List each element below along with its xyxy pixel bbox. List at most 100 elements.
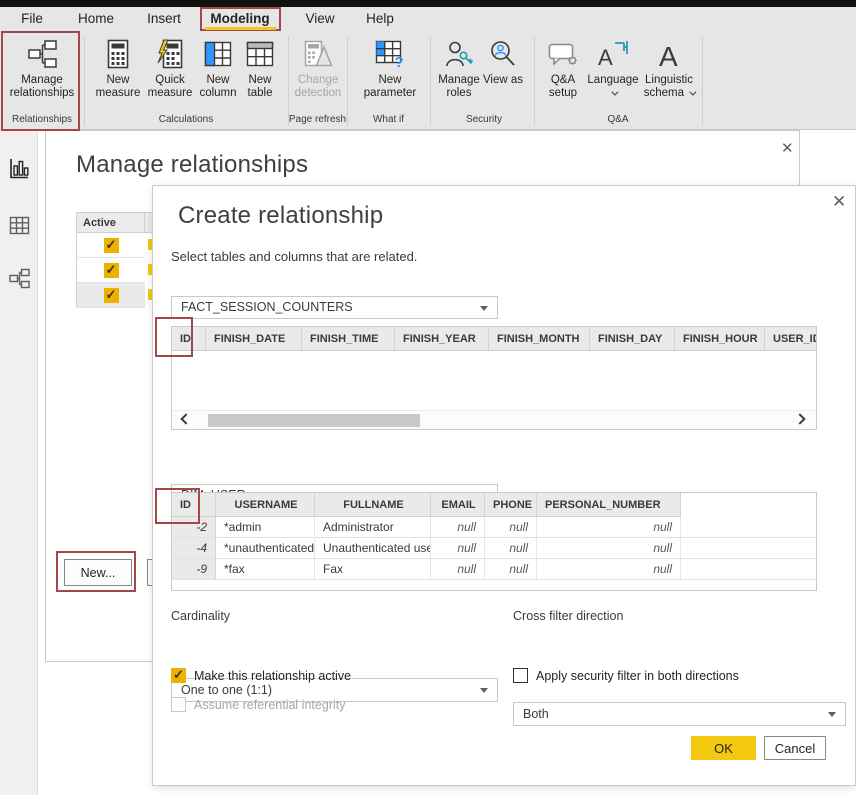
manage-dialog-title: Manage relationships: [76, 151, 308, 179]
referential-integrity-option: Assume referential integrity: [171, 697, 345, 712]
ribbon: Manage relationships Relationships New m…: [0, 31, 856, 130]
horizontal-scrollbar-thumb[interactable]: [208, 414, 420, 427]
scroll-right-icon[interactable]: [794, 413, 805, 424]
relationship-row-selected[interactable]: [76, 283, 145, 308]
ribbon-separator: [84, 36, 85, 126]
report-view-icon[interactable]: [9, 158, 30, 179]
group-label-calculations: Calculations: [84, 114, 288, 125]
ok-button[interactable]: OK: [691, 736, 756, 760]
fact-col-header[interactable]: FINISH_TIME: [302, 327, 395, 351]
qa-setup-button[interactable]: Q&A setup: [540, 36, 586, 100]
new-table-button[interactable]: New table: [238, 36, 282, 100]
menu-home[interactable]: Home: [74, 7, 118, 31]
change-detection-icon: [303, 36, 333, 72]
active-checkbox[interactable]: [104, 288, 119, 303]
close-icon[interactable]: ✕: [781, 141, 794, 156]
table-icon: [246, 36, 274, 72]
group-label-page-refresh: Page refresh: [288, 114, 347, 125]
svg-text:?: ?: [395, 54, 404, 68]
relationship-row[interactable]: [76, 233, 145, 258]
group-label-what-if: What if: [347, 114, 430, 125]
view-sidebar: [0, 130, 38, 795]
group-label-qa: Q&A: [534, 114, 702, 125]
data-view-icon[interactable]: [9, 215, 30, 236]
calculator-lightning-icon: [156, 36, 184, 72]
dim-col-header[interactable]: PERSONAL_NUMBER: [537, 493, 681, 517]
table-row[interactable]: -9 *fax Fax null null null: [172, 559, 816, 580]
language-icon: A: [597, 36, 629, 72]
annotation-box-new-button: [56, 551, 136, 592]
active-checkbox[interactable]: [104, 263, 119, 278]
ribbon-separator: [288, 36, 289, 126]
group-label-security: Security: [434, 114, 534, 125]
make-active-checkbox[interactable]: [171, 668, 186, 683]
table-column-icon: [204, 36, 232, 72]
menu-view[interactable]: View: [300, 7, 340, 31]
scroll-left-icon[interactable]: [180, 413, 191, 424]
cancel-button[interactable]: Cancel: [764, 736, 826, 760]
dropdown-arrow-icon: [480, 688, 488, 693]
chevron-down-icon: [690, 89, 697, 96]
create-dialog-title: Create relationship: [178, 202, 383, 230]
menu-help[interactable]: Help: [360, 7, 400, 31]
menu-bar: File Home Insert Modeling View Help: [0, 7, 856, 31]
security-filter-option[interactable]: Apply security filter in both directions: [513, 668, 739, 683]
table-row[interactable]: -2 *admin Administrator null null null: [172, 517, 816, 538]
fact-col-header[interactable]: FINISH_DATE: [206, 327, 302, 351]
language-button[interactable]: A Language: [586, 36, 640, 100]
dim-col-header[interactable]: PHONE: [485, 493, 537, 517]
person-key-icon: [445, 36, 473, 72]
new-measure-button[interactable]: New measure: [92, 36, 144, 100]
horizontal-scrollbar[interactable]: [172, 410, 816, 429]
quick-measure-button[interactable]: Quick measure: [144, 36, 196, 100]
dim-col-header[interactable]: USERNAME: [216, 493, 315, 517]
dim-col-header[interactable]: FULLNAME: [315, 493, 431, 517]
close-icon[interactable]: ✕: [832, 194, 846, 209]
magnifier-person-icon: [489, 36, 517, 72]
model-view-icon[interactable]: [9, 268, 30, 289]
fact-col-header[interactable]: FINISH_YEAR: [395, 327, 489, 351]
fact-col-header[interactable]: FINISH_HOUR: [675, 327, 765, 351]
fact-col-header[interactable]: FINISH_MONTH: [489, 327, 590, 351]
annotation-box-manage-relationships: [1, 31, 80, 131]
create-dialog-subtitle: Select tables and columns that are relat…: [171, 249, 417, 264]
ribbon-separator: [347, 36, 348, 126]
menu-file[interactable]: File: [12, 7, 52, 31]
chevron-down-icon: [612, 89, 619, 96]
modeling-active-underline: [205, 27, 276, 30]
ribbon-separator: [430, 36, 431, 126]
new-column-button[interactable]: New column: [196, 36, 240, 100]
make-active-option[interactable]: Make this relationship active: [171, 668, 351, 683]
dim-preview-table: ID USERNAME FULLNAME EMAIL PHONE PERSONA…: [171, 492, 817, 591]
window-top-bar: [0, 0, 856, 7]
menu-insert[interactable]: Insert: [142, 7, 186, 31]
new-parameter-button[interactable]: ? New parameter: [358, 36, 422, 100]
fact-col-header[interactable]: USER_ID: [765, 327, 817, 351]
ribbon-separator: [702, 36, 703, 126]
dim-col-header[interactable]: EMAIL: [431, 493, 485, 517]
fact-table-selector[interactable]: FACT_SESSION_COUNTERS: [171, 296, 498, 319]
manage-roles-button[interactable]: Manage roles: [436, 36, 482, 100]
create-relationship-dialog: Create relationship ✕ Select tables and …: [152, 185, 856, 786]
cardinality-label: Cardinality: [171, 609, 230, 623]
dropdown-arrow-icon: [480, 306, 488, 311]
svg-text:A: A: [598, 45, 613, 69]
svg-text:A: A: [659, 41, 678, 69]
security-filter-checkbox[interactable]: [513, 668, 528, 683]
active-checkbox[interactable]: [104, 238, 119, 253]
table-parameter-icon: ?: [375, 36, 405, 72]
speech-bubble-gear-icon: [548, 36, 578, 72]
linguistic-schema-icon: A: [656, 36, 682, 72]
fact-col-header[interactable]: FINISH_DAY: [590, 327, 675, 351]
view-as-button[interactable]: View as: [482, 36, 524, 87]
table-row[interactable]: -4 *unauthenticated Unauthenticated user…: [172, 538, 816, 559]
linguistic-schema-button[interactable]: A Linguistic schema: [638, 36, 700, 100]
relationship-row[interactable]: [76, 258, 145, 283]
referential-integrity-checkbox: [171, 697, 186, 712]
annotation-box-fact-id: [155, 317, 193, 357]
cross-filter-label: Cross filter direction: [513, 609, 623, 623]
calculator-icon: [105, 36, 131, 72]
dropdown-arrow-icon: [828, 712, 836, 717]
ribbon-separator: [534, 36, 535, 126]
cross-filter-select[interactable]: Both: [513, 702, 846, 726]
